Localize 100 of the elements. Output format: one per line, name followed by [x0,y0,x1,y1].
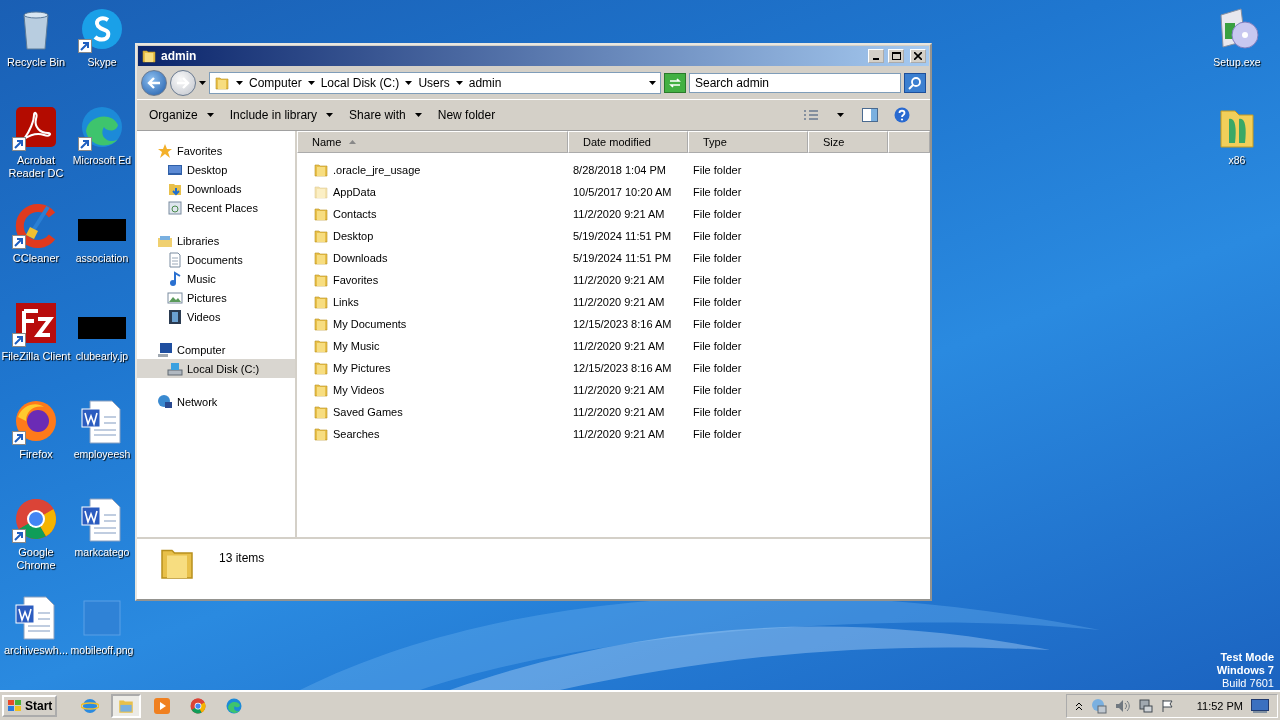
caret-icon [414,113,422,117]
desktop-icon-label: Setup.exe [1213,56,1261,69]
desktop-icon-label: mobileoff.png [70,644,134,657]
file-name-cell[interactable]: My Videos [297,382,568,398]
file-name-cell[interactable]: Saved Games [297,404,568,420]
type-cell-text: File folder [692,186,743,198]
file-name-cell[interactable]: My Pictures [297,360,568,376]
refresh-button[interactable] [664,73,686,93]
desktop-icon-label: CCleaner [12,252,60,265]
recent-icon [167,199,183,216]
type-cell-text: File folder [692,362,743,374]
toolbar-button[interactable]: Organize [143,105,220,125]
file-name-cell[interactable]: Links [297,294,568,310]
nav-item[interactable]: Network [137,392,295,411]
desktop-icon-label: archiveswh... [3,644,69,657]
nav-item[interactable]: Videos [137,307,295,326]
chevron-up-icon[interactable] [1074,701,1083,711]
search-button[interactable] [904,73,926,93]
media-player-icon [153,697,172,715]
toolbar-button[interactable]: Share with [343,105,428,125]
nav-item[interactable]: Recent Places [137,198,295,217]
column-header[interactable]: Date modified [568,131,688,153]
toolbar-button[interactable]: New folder [431,105,502,125]
column-header[interactable]: Size [808,131,888,153]
monitor-icon[interactable] [1138,699,1153,713]
date-cell-text: 10/5/2017 10:20 AM [572,186,673,198]
folder-icon [313,162,329,178]
folder-icon [313,404,329,420]
file-name-cell[interactable]: AppData [297,184,568,200]
folder-icon [313,250,329,266]
system-notice-text: Test Mode [1220,651,1274,664]
nav-item[interactable]: Documents [137,250,295,269]
search-icon [908,76,922,90]
start-button[interactable]: Start [2,695,58,717]
close-icon [914,52,922,60]
refresh-arrows-icon [668,77,682,89]
maximize-button[interactable] [888,49,904,63]
desktop-icon-label: association [75,252,129,265]
caret-icon [236,81,243,85]
address-caret-icon [649,81,656,85]
breadcrumb-item[interactable]: Local Disk (C:) [320,76,400,90]
close-button[interactable] [910,49,926,63]
minimize-button[interactable] [868,49,884,63]
column-header[interactable]: Type [688,131,808,153]
date-cell-text: 8/28/2018 1:04 PM [572,164,667,176]
speaker-icon[interactable] [1114,699,1131,713]
type-cell-text: File folder [692,428,743,440]
breadcrumb-item[interactable]: Computer [249,76,302,90]
help-icon[interactable] [894,107,910,123]
back-button[interactable] [141,70,167,96]
type-cell-text: File folder [692,384,743,396]
file-name-cell[interactable]: Desktop [297,228,568,244]
show-desktop-icon[interactable] [1251,699,1269,713]
nav-item[interactable]: Desktop [137,160,295,179]
file-name-cell[interactable]: Downloads [297,250,568,266]
documents-icon [167,251,183,268]
caret-icon [326,113,334,117]
globe-icon [81,697,100,715]
folder-icon [313,360,329,376]
breadcrumb-item[interactable]: admin [468,76,502,90]
desktop-icon-label: Firefox [19,448,53,461]
desktop-icon-label: Recycle Bin [6,56,66,69]
date-cell-text: 12/15/2023 8:16 AM [572,362,673,374]
nav-item[interactable]: Favorites [137,141,295,160]
nav-item[interactable]: Computer [137,340,295,359]
column-header[interactable]: Name [297,131,568,153]
file-name-cell[interactable]: Searches [297,426,568,442]
window-title: admin [161,49,198,63]
clock[interactable]: 11:52 PM [1196,700,1243,712]
nav-item[interactable]: Downloads [137,179,295,198]
breadcrumb-item[interactable]: Users [418,76,450,90]
file-name-cell[interactable]: My Documents [297,316,568,332]
desktop-icon-label: FileZilla Client [1,350,71,363]
toolbar-button[interactable]: Include in library [223,105,340,125]
type-cell-text: File folder [692,208,743,220]
computer-icon [157,341,173,358]
type-cell-text: File folder [692,274,743,286]
desktop-icon-label: Google Chrome [15,546,57,572]
address-bar[interactable]: Computer Local Disk (C:) Users admin [209,72,661,94]
nav-item[interactable]: Music [137,269,295,288]
file-name-cell[interactable]: .oracle_jre_usage [297,162,568,178]
file-name-cell[interactable]: Contacts [297,206,568,222]
desktop-icon-label: markcatego [74,546,130,559]
file-name-cell[interactable]: My Music [297,338,568,354]
type-cell-text: File folder [692,318,743,330]
flag-icon[interactable] [1160,699,1175,713]
nav-item[interactable]: Libraries [137,231,295,250]
folder-icon [117,697,136,715]
caret-icon [307,81,315,85]
folder-icon [313,338,329,354]
date-cell-text: 5/19/2024 11:51 PM [572,230,673,242]
edge-icon [225,697,244,715]
file-name-cell[interactable]: Favorites [297,272,568,288]
date-cell-text: 11/2/2020 9:21 AM [572,296,666,308]
pictures-icon [167,289,183,306]
search-field[interactable]: Search admin [689,73,901,93]
nav-item[interactable]: Pictures [137,288,295,307]
preview-pane-icon[interactable] [862,108,878,122]
nav-item[interactable]: Local Disk (C:) [137,359,295,378]
forward-button[interactable] [170,70,196,96]
